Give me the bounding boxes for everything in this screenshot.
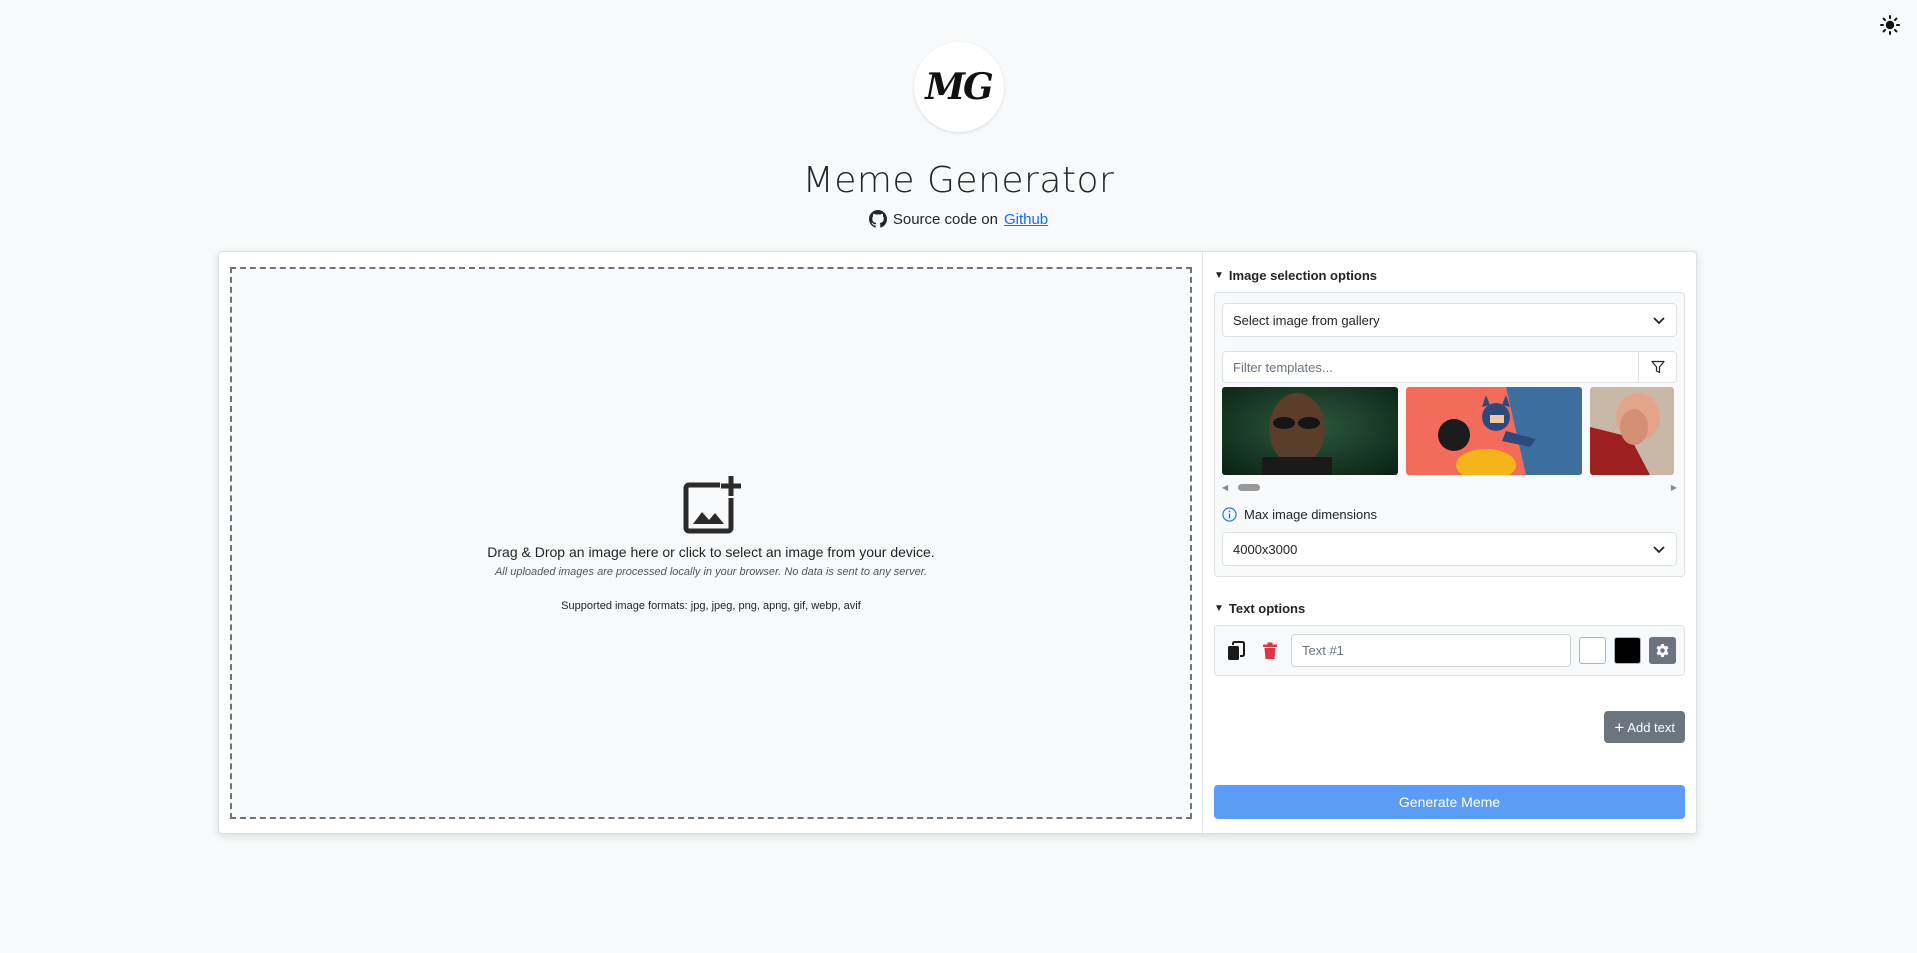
gear-icon [1656, 643, 1669, 658]
image-options-toggle[interactable]: ▼ Image selection options [1214, 268, 1685, 283]
add-photo-icon [683, 476, 741, 534]
stroke-color-swatch[interactable] [1614, 637, 1641, 664]
theme-toggle-button[interactable] [1877, 12, 1903, 38]
fill-color-swatch[interactable] [1579, 637, 1606, 664]
dropzone-formats: Supported image formats: jpg, jpeg, png,… [561, 600, 861, 612]
info-icon[interactable] [1222, 507, 1237, 522]
filter-templates-input[interactable] [1223, 352, 1638, 382]
chevron-down-icon [1653, 317, 1665, 325]
editor-card: Drag & Drop an image here or click to se… [218, 251, 1697, 834]
filter-group [1222, 351, 1677, 383]
generate-meme-button[interactable]: Generate Meme [1214, 785, 1685, 819]
sun-icon [1880, 15, 1900, 35]
canvas-area: Drag & Drop an image here or click to se… [219, 252, 1203, 833]
text-options-section: ▼ Text options [1214, 601, 1685, 676]
dropzone-main-text: Drag & Drop an image here or click to se… [487, 544, 935, 560]
dropzone-privacy-note: All uploaded images are processed locall… [494, 566, 928, 578]
add-text-button[interactable]: + Add text [1604, 711, 1685, 743]
caret-down-icon: ▼ [1214, 603, 1224, 614]
logo-text: MG [925, 66, 994, 108]
github-link[interactable]: Github [1004, 211, 1048, 228]
copy-icon [1228, 640, 1245, 660]
max-dimensions-label-row: Max image dimensions [1222, 507, 1677, 522]
text-item-row [1214, 625, 1685, 676]
duplicate-text-button[interactable] [1223, 638, 1249, 664]
delete-text-button[interactable] [1257, 638, 1283, 664]
image-options-title: Image selection options [1228, 268, 1377, 283]
max-dimensions-select[interactable]: 4000x3000 [1222, 532, 1677, 566]
page-header: MG Meme Generator Source code on Github [0, 0, 1917, 228]
page-title: Meme Generator [802, 160, 1115, 201]
image-source-select[interactable]: Select image from gallery [1222, 303, 1677, 337]
add-text-label: Add text [1627, 719, 1675, 735]
source-line: Source code on Github [0, 210, 1917, 228]
chevron-down-icon [1653, 546, 1665, 554]
funnel-icon [1650, 360, 1665, 374]
max-dimensions-label: Max image dimensions [1244, 507, 1377, 522]
caret-down-icon: ▼ [1214, 270, 1224, 281]
filter-button[interactable] [1638, 352, 1676, 382]
text-options-toggle[interactable]: ▼ Text options [1214, 601, 1685, 616]
trash-icon [1263, 642, 1277, 659]
text-settings-button[interactable] [1649, 637, 1676, 664]
max-dimensions-value: 4000x3000 [1233, 541, 1298, 557]
scrollbar-thumb[interactable] [1238, 484, 1260, 491]
image-dropzone[interactable]: Drag & Drop an image here or click to se… [230, 267, 1192, 819]
logo: MG [913, 42, 1004, 132]
image-options-panel: Select image from gallery Filter templat… [1214, 292, 1685, 577]
gallery-thumb-facepalm[interactable] [1590, 387, 1674, 475]
options-sidebar: ▼ Image selection options Select image f… [1203, 252, 1696, 833]
github-icon [868, 210, 887, 228]
text-options-title: Text options [1228, 601, 1306, 616]
plus-icon: + [1614, 717, 1625, 737]
image-source-value: Select image from gallery [1233, 312, 1380, 328]
gallery-thumb-morpheus[interactable] [1222, 387, 1398, 475]
gallery-scrollbar[interactable]: ◀ ▶ [1222, 481, 1677, 493]
gallery-thumb-batman-slap[interactable] [1406, 387, 1582, 475]
text-input[interactable] [1291, 634, 1571, 667]
source-prefix: Source code on [892, 210, 998, 228]
template-gallery[interactable] [1222, 387, 1677, 475]
scroll-right-icon[interactable]: ▶ [1671, 483, 1677, 492]
scroll-left-icon[interactable]: ◀ [1222, 483, 1228, 492]
